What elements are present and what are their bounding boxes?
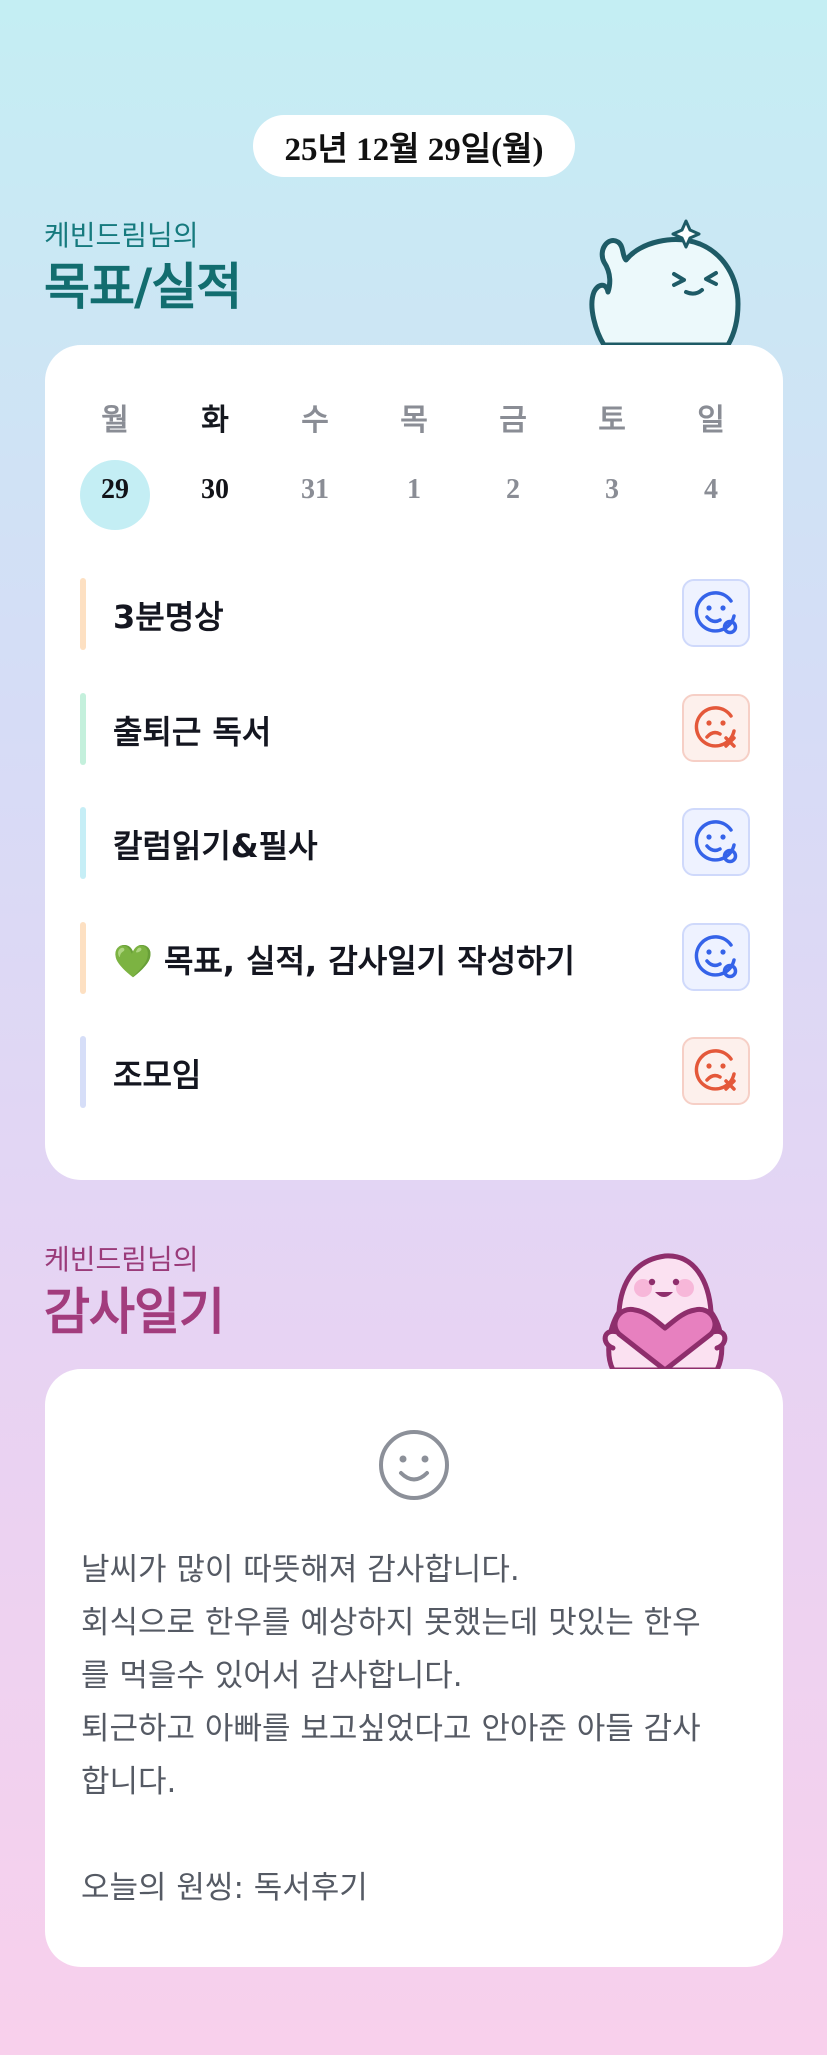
- day-1[interactable]: 1: [379, 475, 449, 505]
- smile-success-icon: [694, 820, 738, 864]
- weekday-sun: 일: [697, 404, 725, 437]
- smile-success-icon: [694, 935, 738, 979]
- smile-icon: [379, 1430, 449, 1500]
- weekday-fri: 금: [499, 404, 527, 437]
- goal-row[interactable]: 💚 목표, 실적, 감사일기 작성하기: [80, 922, 750, 994]
- heart-mascot: [602, 1253, 728, 1370]
- goal-label: 조모임: [113, 1056, 202, 1094]
- goal-accent-bar: [80, 807, 86, 879]
- waving-mascot: [589, 219, 741, 347]
- day-3[interactable]: 3: [577, 475, 647, 505]
- frown-fail-icon: [694, 706, 736, 748]
- goals-card: 월 화 수 목 금 토 일 29 30 31 1 2 3 4 3분명상 출퇴근 …: [45, 345, 783, 1180]
- goal-row[interactable]: 칼럼읽기&필사: [80, 807, 750, 879]
- goal-row[interactable]: 조모임: [80, 1036, 750, 1108]
- gratitude-section-title: 감사일기: [44, 1283, 225, 1341]
- goal-accent-bar: [80, 578, 86, 650]
- diary-text-line: 합니다.: [81, 1764, 177, 1800]
- goal-label: 3분명상: [113, 598, 224, 636]
- goal-label: 출퇴근 독서: [113, 713, 272, 751]
- day-29[interactable]: 29: [80, 475, 150, 505]
- diary-text-line: 날씨가 많이 따뜻해져 감사합니다.: [81, 1552, 520, 1588]
- goal-accent-bar: [80, 922, 86, 994]
- weekday-tue: 화: [201, 404, 229, 437]
- gratitude-card: 날씨가 많이 따뜻해져 감사합니다. 회식으로 한우를 예상하지 못했는데 맛있…: [45, 1369, 783, 1967]
- diary-text-line: 를 먹을수 있어서 감사합니다.: [81, 1658, 463, 1694]
- day-31[interactable]: 31: [280, 475, 350, 505]
- goal-status-fail-button[interactable]: [682, 694, 750, 762]
- goal-label: 칼럼읽기&필사: [113, 827, 318, 865]
- goal-status-success-button[interactable]: [682, 808, 750, 876]
- goal-status-success-button[interactable]: [682, 579, 750, 647]
- day-4[interactable]: 4: [676, 475, 746, 505]
- goal-label: 💚 목표, 실적, 감사일기 작성하기: [113, 942, 575, 980]
- smile-success-icon: [694, 591, 738, 635]
- weekday-mon: 월: [101, 404, 129, 437]
- goal-status-success-button[interactable]: [682, 923, 750, 991]
- goals-section-title: 목표/실적: [44, 258, 242, 316]
- day-2[interactable]: 2: [478, 475, 548, 505]
- diary-text-line: 회식으로 한우를 예상하지 못했는데 맛있는 한우: [81, 1605, 701, 1641]
- goal-row[interactable]: 3분명상: [80, 578, 750, 650]
- goal-row[interactable]: 출퇴근 독서: [80, 693, 750, 765]
- weekday-sat: 토: [598, 404, 626, 437]
- diary-text-line: 오늘의 원씽: 독서후기: [81, 1870, 368, 1906]
- day-30[interactable]: 30: [180, 475, 250, 505]
- goal-accent-bar: [80, 1036, 86, 1108]
- goal-status-fail-button[interactable]: [682, 1037, 750, 1105]
- weekday-thu: 목: [400, 404, 428, 437]
- frown-fail-icon: [694, 1049, 736, 1091]
- goal-accent-bar: [80, 693, 86, 765]
- weekday-wed: 수: [301, 404, 329, 437]
- date-display[interactable]: 25년 12월 29일(월): [253, 115, 575, 177]
- diary-text-line: 퇴근하고 아빠를 보고싶었다고 안아준 아들 감사: [81, 1711, 701, 1747]
